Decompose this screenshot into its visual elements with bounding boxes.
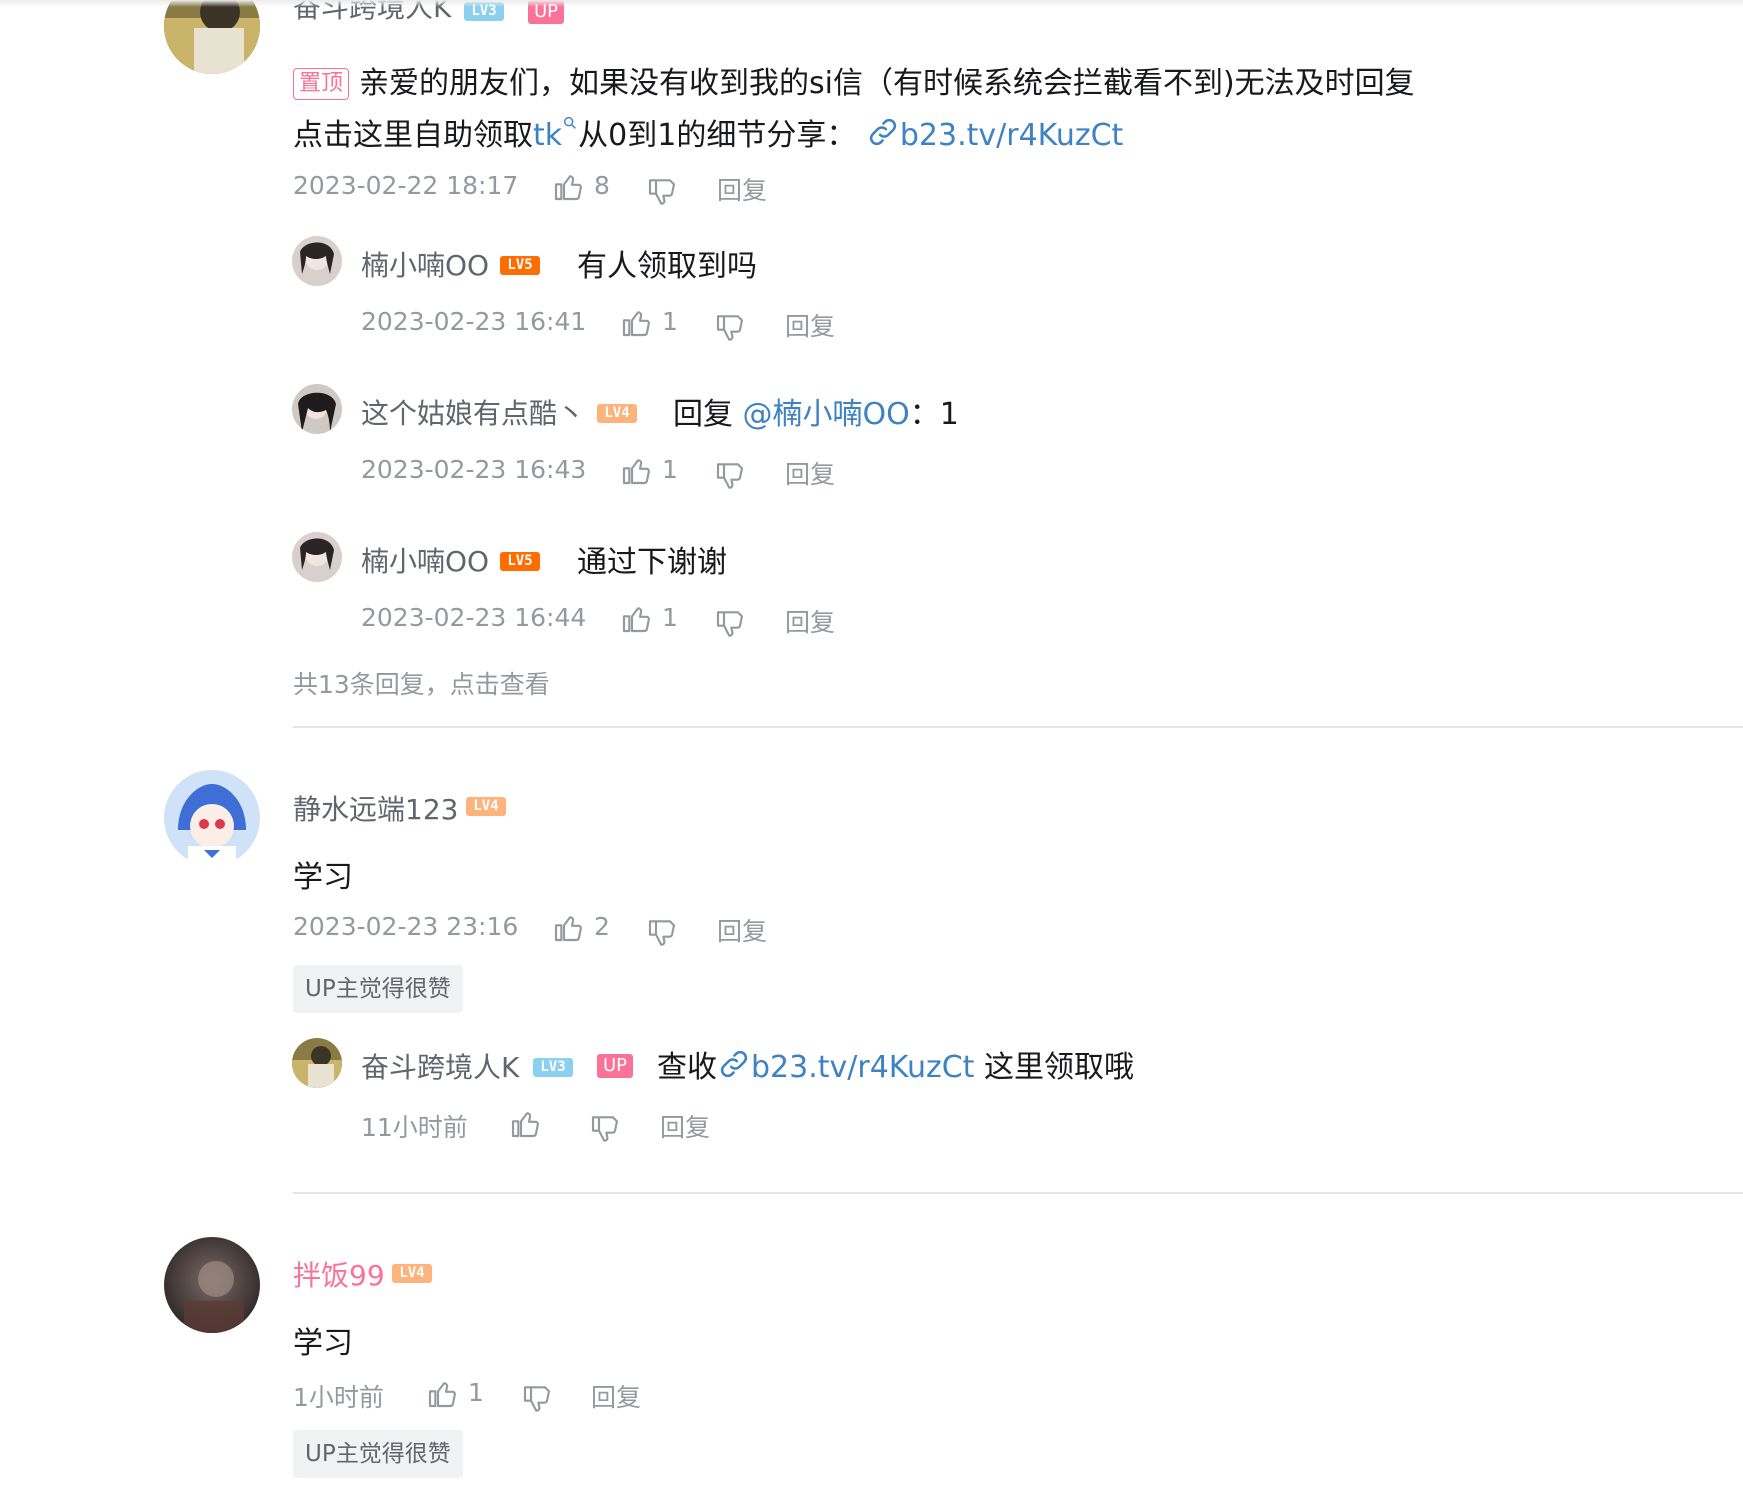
username[interactable]: 奋斗跨境人K: [361, 1046, 519, 1086]
avatar[interactable]: [164, 1237, 260, 1333]
timestamp: 1小时前: [293, 1383, 384, 1412]
username[interactable]: 楠小喃OO: [361, 540, 489, 580]
level-badge: LV3: [533, 1058, 573, 1077]
up-liked-tag: UP主觉得很赞: [293, 1430, 463, 1478]
short-link[interactable]: b23.tv/r4KuzCt: [900, 118, 1123, 153]
level-badge: LV4: [597, 404, 637, 423]
thumb-down-icon[interactable]: [714, 459, 746, 491]
comment-text: 学习: [293, 860, 353, 895]
reply-button[interactable]: 回复: [717, 912, 767, 948]
thumb-up-icon[interactable]: [620, 603, 652, 635]
timestamp: 2023-02-23 23:16: [293, 912, 519, 941]
thumb-up-icon[interactable]: [620, 307, 652, 339]
thumb-up-icon[interactable]: [620, 455, 652, 487]
timestamp: 2023-02-23 16:41: [361, 307, 587, 336]
level-badge: LV5: [500, 256, 540, 275]
up-liked-tag: UP主觉得很赞: [293, 965, 463, 1013]
thumb-up-icon[interactable]: [552, 171, 584, 203]
avatar[interactable]: [292, 1038, 342, 1088]
reply-text: 有人领取到吗: [577, 249, 757, 284]
up-badge: UP: [597, 1054, 633, 1078]
timestamp: 2023-02-23 16:44: [361, 603, 587, 632]
username[interactable]: 静水远端123: [293, 788, 458, 828]
thumb-down-icon[interactable]: [646, 175, 678, 207]
reply-button[interactable]: 回复: [660, 1108, 710, 1144]
divider: [293, 1192, 1743, 1194]
reply-text: 查收 b23.tv/r4KuzCt 这里领取哦: [657, 1042, 1134, 1086]
level-badge: LV5: [500, 552, 540, 571]
thumb-up-icon[interactable]: [426, 1378, 458, 1410]
timestamp: 11小时前: [361, 1113, 468, 1142]
reply-button[interactable]: 回复: [785, 603, 835, 639]
like-count: 1: [662, 307, 678, 336]
mention-link[interactable]: @楠小喃OO: [743, 397, 910, 432]
username[interactable]: 拌饭99: [293, 1254, 385, 1294]
timestamp: 2023-02-22 18:17: [293, 171, 519, 200]
pinned-tag: 置顶: [293, 68, 350, 100]
comment-text-line-2: 点击这里自助领取tk 从0到1的细节分享： b23.tv/r4KuzCt: [293, 110, 1123, 154]
thumb-down-icon[interactable]: [521, 1382, 553, 1414]
timestamp: 2023-02-23 16:43: [361, 455, 587, 484]
divider: [293, 726, 1743, 728]
username[interactable]: 楠小喃OO: [361, 244, 489, 284]
like-count: 1: [662, 455, 678, 484]
thumb-down-icon[interactable]: [714, 607, 746, 639]
top-edge-shadow: [0, 0, 1743, 7]
reply-text: 通过下谢谢: [577, 545, 727, 580]
reply-button[interactable]: 回复: [785, 455, 835, 491]
search-icon: [564, 116, 576, 129]
avatar[interactable]: [292, 236, 342, 286]
level-badge: LV4: [392, 1264, 432, 1283]
reply-button[interactable]: 回复: [785, 307, 835, 343]
view-more-replies[interactable]: 共13条回复，点击查看: [293, 665, 550, 701]
reply-button[interactable]: 回复: [591, 1378, 641, 1414]
avatar[interactable]: [292, 384, 342, 434]
like-count: 2: [594, 912, 610, 941]
link-icon: [717, 1047, 751, 1081]
avatar[interactable]: [164, 770, 260, 866]
thumb-down-icon[interactable]: [714, 311, 746, 343]
link-icon: [866, 115, 900, 149]
reply-text: 回复 @楠小喃OO：1: [673, 397, 959, 432]
keyword-search-link[interactable]: tk: [533, 118, 562, 153]
like-count: 1: [662, 603, 678, 632]
username[interactable]: 这个姑娘有点酷丶: [361, 392, 585, 432]
short-link[interactable]: b23.tv/r4KuzCt: [751, 1050, 974, 1085]
thumb-up-icon[interactable]: [509, 1108, 541, 1140]
like-count: 8: [594, 171, 610, 200]
reply-button[interactable]: 回复: [717, 171, 767, 207]
avatar[interactable]: [164, 0, 260, 74]
avatar[interactable]: [292, 532, 342, 582]
comment-text: 学习: [293, 1326, 353, 1361]
thumb-down-icon[interactable]: [646, 916, 678, 948]
thumb-up-icon[interactable]: [552, 912, 584, 944]
thumb-down-icon[interactable]: [589, 1112, 621, 1144]
comment-text-line-1: 置顶 亲爱的朋友们，如果没有收到我的si信（有时候系统会拦截看不到)无法及时回复: [293, 58, 1415, 102]
like-count: 1: [468, 1378, 484, 1407]
level-badge: LV4: [466, 797, 506, 816]
